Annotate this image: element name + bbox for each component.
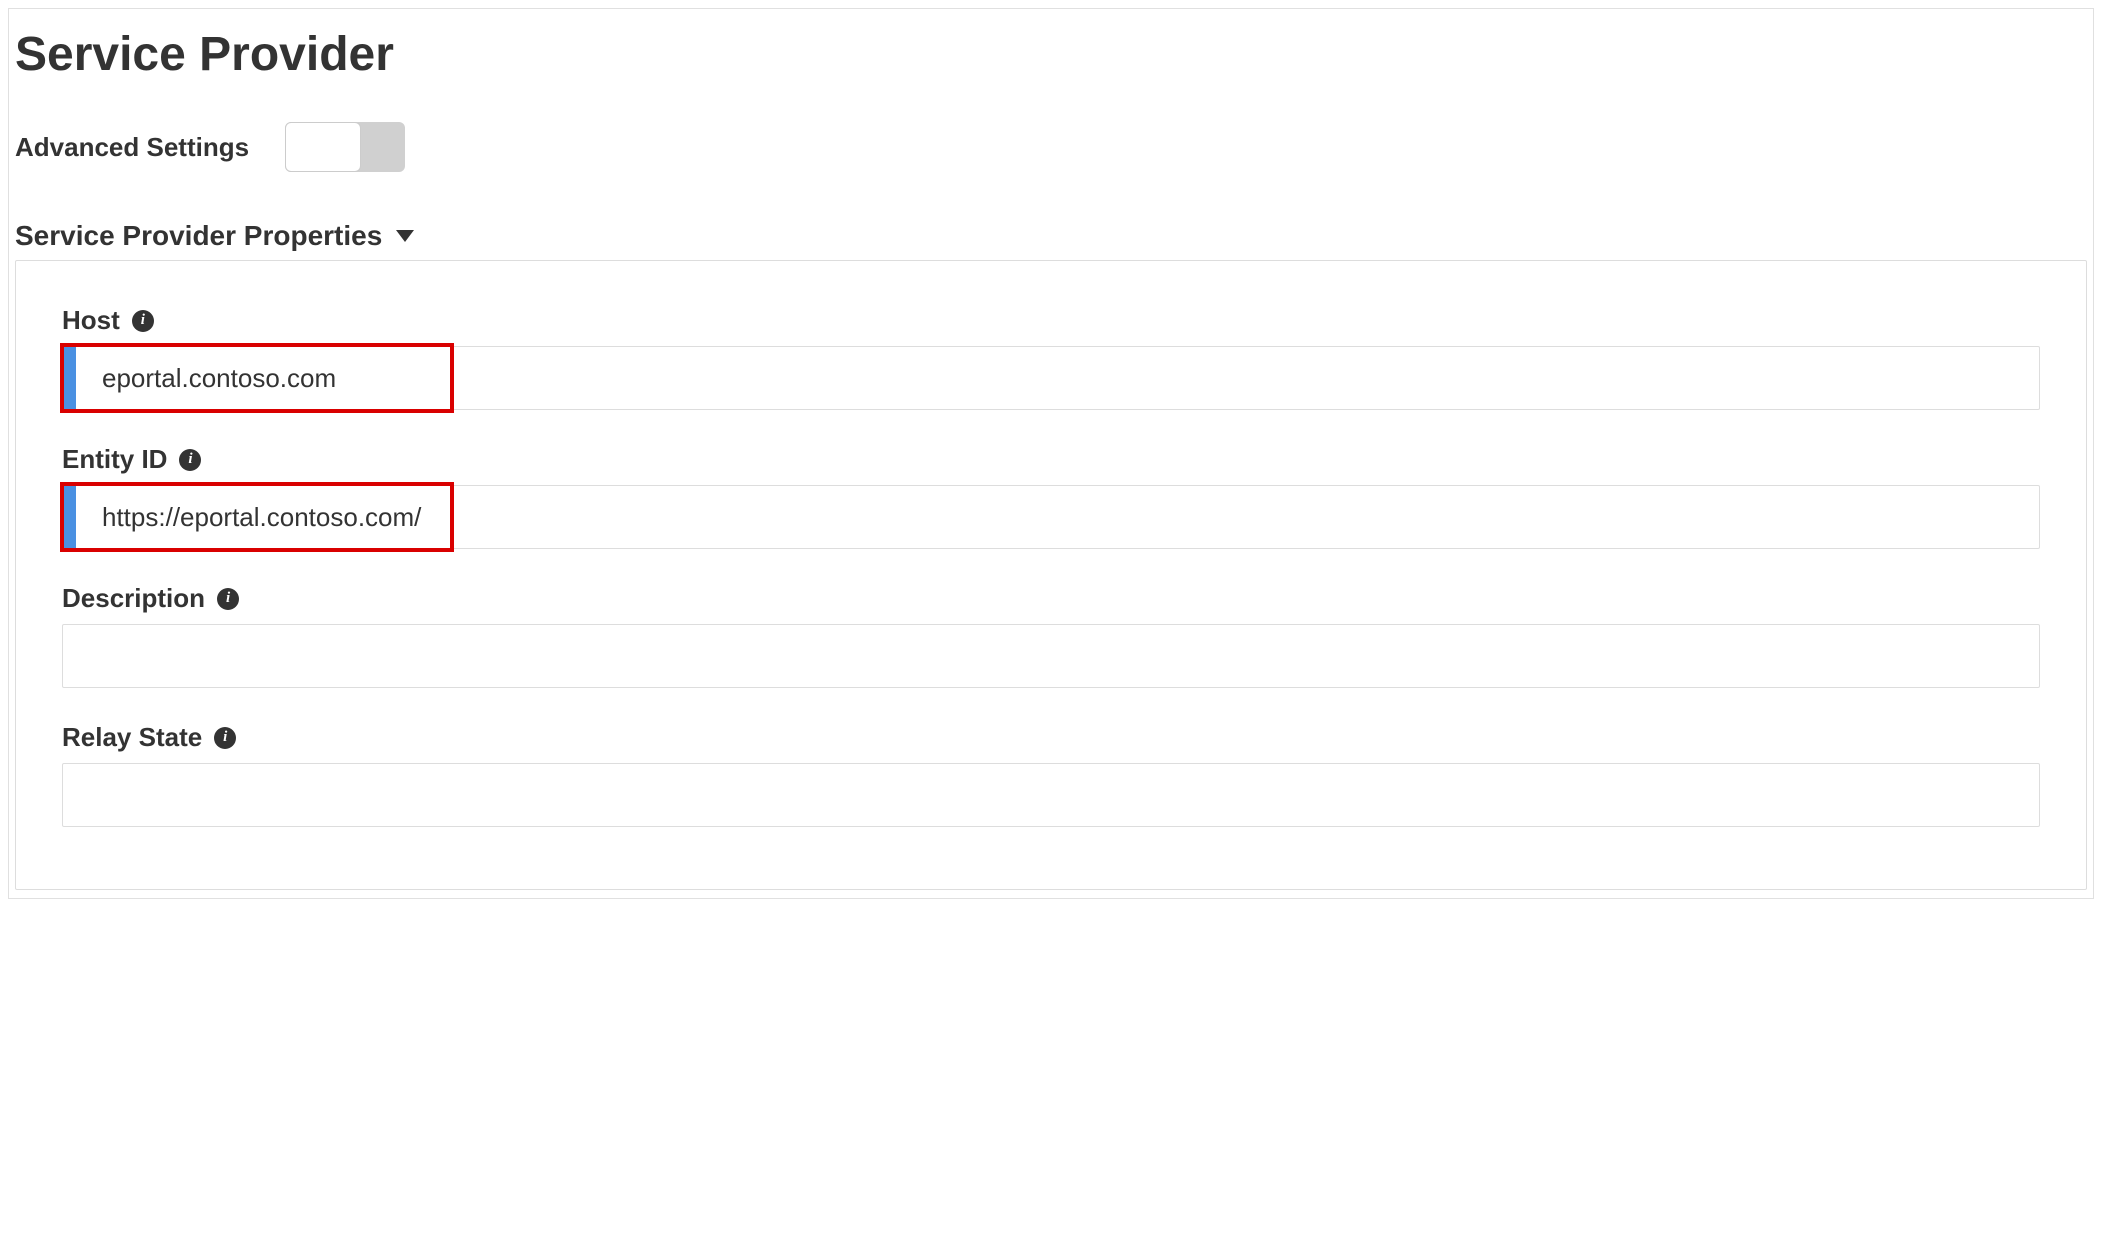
info-icon[interactable]: i	[214, 727, 236, 749]
advanced-settings-row: Advanced Settings	[15, 122, 2093, 172]
relay-state-label-row: Relay State i	[62, 722, 2040, 753]
info-icon[interactable]: i	[179, 449, 201, 471]
page-title: Service Provider	[15, 27, 2093, 82]
relay-state-label: Relay State	[62, 722, 202, 753]
entity-id-input-wrap	[62, 485, 2040, 549]
advanced-settings-label: Advanced Settings	[15, 132, 249, 163]
page-container: Service Provider Advanced Settings Servi…	[8, 8, 2094, 899]
description-label-row: Description i	[62, 583, 2040, 614]
toggle-knob	[285, 122, 361, 172]
section-header[interactable]: Service Provider Properties	[15, 220, 2093, 252]
relay-state-input[interactable]	[62, 763, 2040, 827]
host-label: Host	[62, 305, 120, 336]
entity-id-input[interactable]	[62, 485, 2040, 549]
entity-id-field-group: Entity ID i	[62, 444, 2040, 549]
host-field-group: Host i	[62, 305, 2040, 410]
relay-state-input-wrap	[62, 763, 2040, 827]
info-icon[interactable]: i	[132, 310, 154, 332]
info-icon[interactable]: i	[217, 588, 239, 610]
entity-id-label: Entity ID	[62, 444, 167, 475]
chevron-down-icon	[396, 230, 414, 242]
description-label: Description	[62, 583, 205, 614]
host-input-wrap	[62, 346, 2040, 410]
entity-id-label-row: Entity ID i	[62, 444, 2040, 475]
relay-state-field-group: Relay State i	[62, 722, 2040, 827]
host-label-row: Host i	[62, 305, 2040, 336]
advanced-settings-toggle[interactable]	[285, 122, 405, 172]
host-input[interactable]	[62, 346, 2040, 410]
description-input[interactable]	[62, 624, 2040, 688]
description-input-wrap	[62, 624, 2040, 688]
properties-panel: Host i Entity ID i Description i	[15, 260, 2087, 890]
description-field-group: Description i	[62, 583, 2040, 688]
section-title: Service Provider Properties	[15, 220, 382, 252]
